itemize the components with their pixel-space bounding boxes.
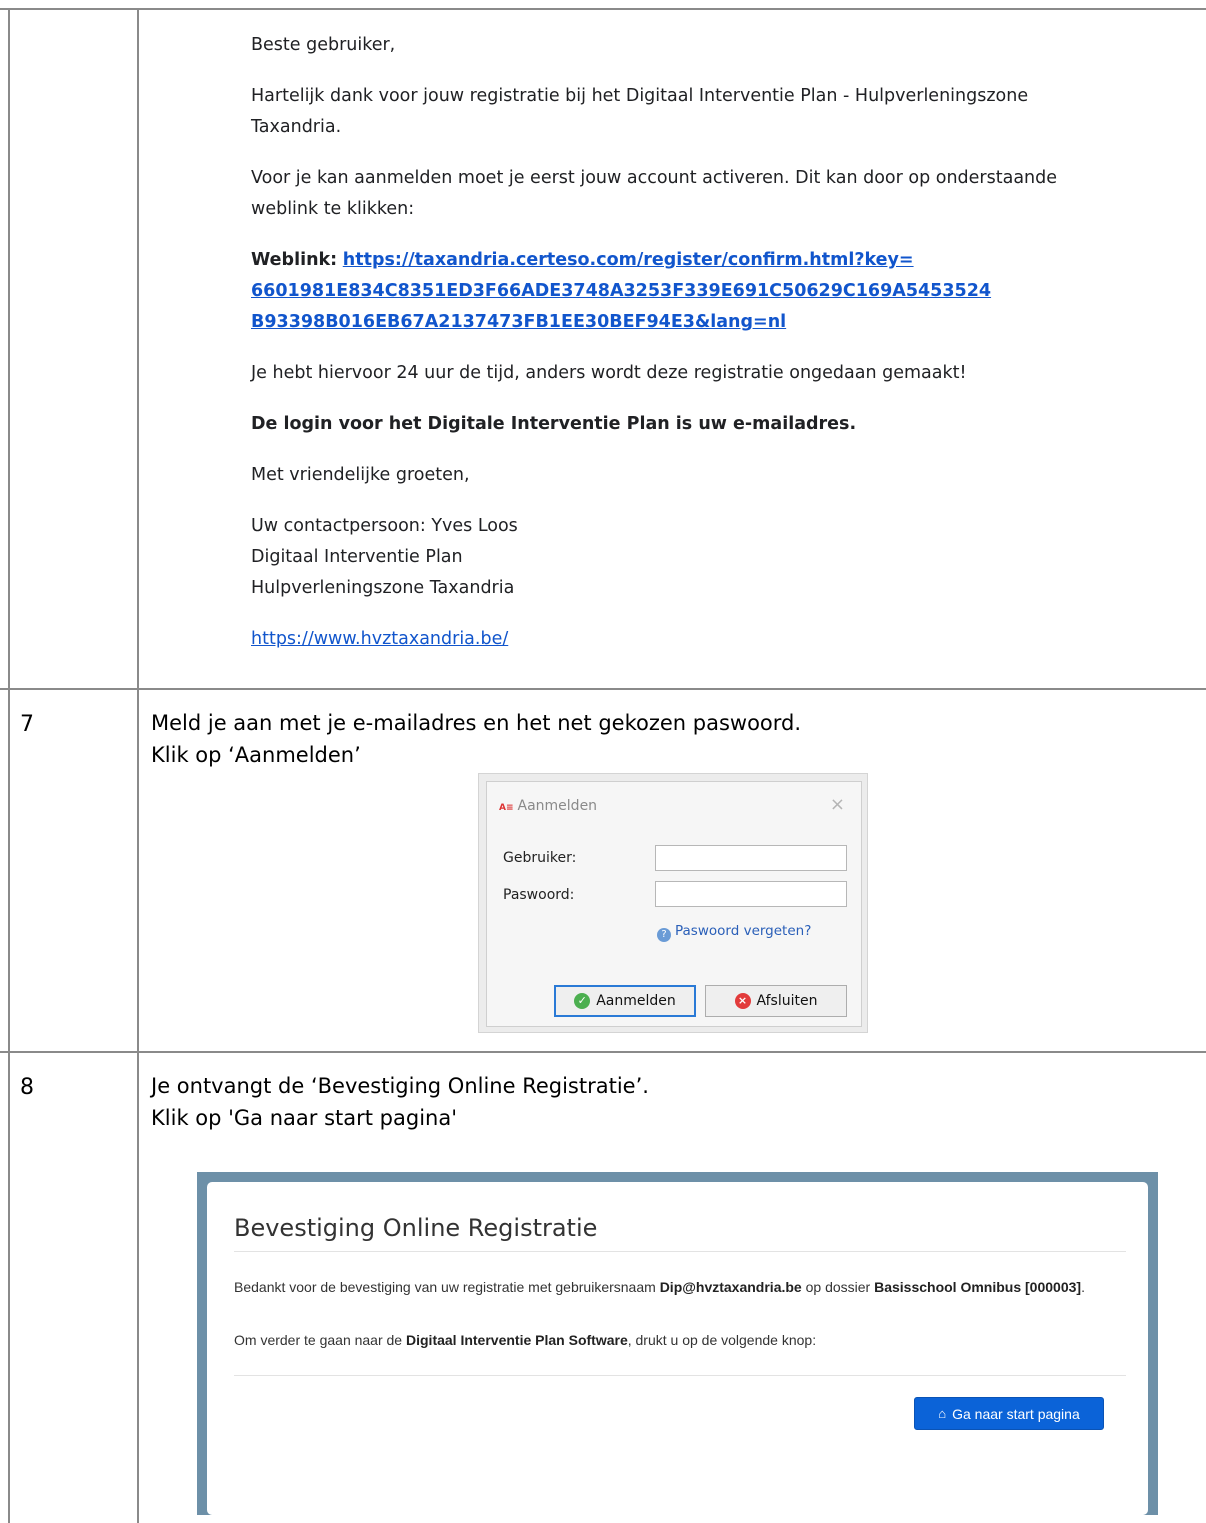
- footer-divider: [234, 1375, 1126, 1376]
- email-greeting: Beste gebruiker,: [251, 35, 396, 55]
- user-label: Gebruiker:: [503, 850, 577, 866]
- email-activate: Voor je kan aanmelden moet je eerst jouw…: [251, 168, 1058, 219]
- email-contact-3: Hulpverleningszone Taxandria: [251, 578, 515, 598]
- confirmation-text-1: Bedankt voor de bevestiging van uw regis…: [234, 1276, 1124, 1298]
- column-divider: [137, 8, 139, 1523]
- email-login-note: De login voor het Digitale Interventie P…: [251, 414, 857, 434]
- dialog-title: A≡ Aanmelden: [499, 798, 597, 814]
- table-left-border: [8, 8, 10, 1523]
- email-thanks: Hartelijk dank voor jouw registratie bij…: [251, 86, 1029, 137]
- text1-a: Bedankt voor de bevestiging van uw regis…: [234, 1279, 660, 1295]
- forgot-password-text: Paswoord vergeten?: [675, 923, 812, 939]
- username: Dip@hvztaxandria.be: [659, 1279, 802, 1295]
- login-button[interactable]: ✓ Aanmelden: [554, 985, 696, 1017]
- weblink-line-1[interactable]: https://taxandria.certeso.com/register/c…: [343, 250, 914, 270]
- start-page-button[interactable]: ⌂ Ga naar start pagina: [914, 1397, 1104, 1430]
- step-number-8: 8: [20, 1075, 34, 1100]
- text2-a: Om verder te gaan naar de: [234, 1332, 406, 1348]
- help-icon: ?: [657, 928, 671, 942]
- email-weblink: Weblink: https://taxandria.certeso.com/r…: [251, 245, 1131, 338]
- close-icon[interactable]: ×: [830, 794, 845, 815]
- website-link[interactable]: https://www.hvztaxandria.be/: [251, 629, 508, 649]
- cancel-icon: ×: [734, 993, 751, 1009]
- table-top-border: [0, 8, 1206, 10]
- step-8-line-1: Je ontvangt de ‘Bevestiging Online Regis…: [151, 1074, 649, 1098]
- confirmation-frame: Bevestiging Online Registratie Bedankt v…: [197, 1172, 1158, 1515]
- confirmation-panel: Bevestiging Online Registratie Bedankt v…: [207, 1182, 1148, 1515]
- software-name: Digitaal Interventie Plan Software: [406, 1332, 628, 1348]
- step-8-line-2: Klik op 'Ga naar start pagina': [151, 1106, 457, 1130]
- user-field[interactable]: [655, 845, 847, 871]
- email-contact-1: Uw contactpersoon: Yves Loos: [251, 516, 518, 536]
- confirmation-text-2: Om verder te gaan naar de Digitaal Inter…: [234, 1329, 1124, 1351]
- text1-c: .: [1081, 1279, 1085, 1295]
- forgot-password-link[interactable]: ? Paswoord vergeten?: [657, 923, 811, 942]
- dialog-title-text: Aanmelden: [517, 798, 598, 814]
- title-divider: [234, 1251, 1126, 1252]
- activation-email: Beste gebruiker, Hartelijk dank voor jou…: [251, 30, 1131, 655]
- dossier: Basisschool Omnibus [000003]: [874, 1279, 1082, 1295]
- home-icon: ⌂: [938, 1406, 947, 1421]
- row-divider-7: [0, 688, 1206, 690]
- step-number-7: 7: [20, 712, 34, 737]
- email-closing: Met vriendelijke groeten,: [251, 465, 470, 485]
- text1-b: op dossier: [801, 1279, 875, 1295]
- weblink-label: Weblink:: [251, 250, 338, 270]
- login-button-label: Aanmelden: [596, 993, 676, 1009]
- step-7-line-1: Meld je aan met je e-mailadres en het ne…: [151, 711, 802, 735]
- login-dialog-body: A≡ Aanmelden × Gebruiker: Paswoord: ? Pasw…: [486, 781, 862, 1027]
- close-button-label: Afsluiten: [756, 993, 818, 1009]
- weblink-line-2[interactable]: 6601981E834C8351ED3F66ADE3748A3253F339E6…: [251, 281, 991, 301]
- text2-b: , drukt u op de volgende knop:: [627, 1332, 817, 1348]
- check-icon: ✓: [574, 993, 591, 1009]
- row-divider-8: [0, 1051, 1206, 1053]
- step-7-line-2: Klik op ‘Aanmelden’: [151, 743, 361, 767]
- weblink-line-3[interactable]: B93398B016EB67A2137473FB1EE30BEF94E3&lan…: [251, 312, 786, 332]
- password-field[interactable]: [655, 881, 847, 907]
- login-dialog: A≡ Aanmelden × Gebruiker: Paswoord: ? Pasw…: [478, 773, 868, 1033]
- email-contact-2: Digitaal Interventie Plan: [251, 547, 463, 567]
- close-button[interactable]: × Afsluiten: [705, 985, 847, 1017]
- password-label: Paswoord:: [503, 887, 575, 903]
- start-page-button-label: Ga naar start pagina: [952, 1405, 1080, 1422]
- email-time-limit: Je hebt hiervoor 24 uur de tijd, anders …: [251, 363, 967, 383]
- app-logo-icon: A≡: [499, 803, 514, 813]
- confirmation-title: Bevestiging Online Registratie: [234, 1214, 598, 1242]
